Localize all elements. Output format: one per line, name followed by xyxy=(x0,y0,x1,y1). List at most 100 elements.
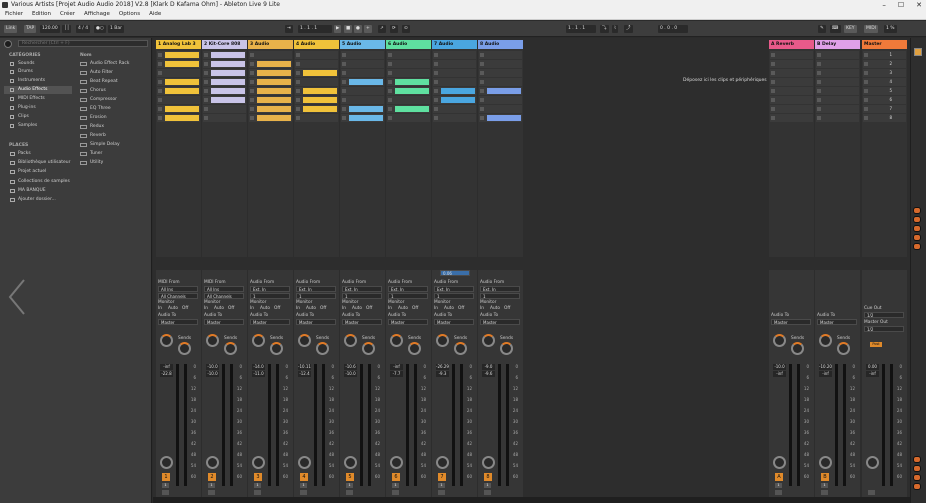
stop-clip-icon[interactable] xyxy=(388,98,392,102)
arm-button[interactable] xyxy=(438,490,445,495)
monitor-off-button[interactable]: Off xyxy=(182,306,188,311)
monitor-off-button[interactable]: Off xyxy=(412,306,418,311)
time-signature[interactable]: 4 / 4 xyxy=(76,25,91,33)
category-drums[interactable]: Drums xyxy=(4,68,72,76)
volume-value[interactable]: -10.6 xyxy=(344,364,357,370)
pan-knob[interactable] xyxy=(252,456,265,469)
volume-value[interactable]: -10.11 xyxy=(298,364,311,370)
track-header[interactable]: A Reverb xyxy=(769,40,814,49)
clip[interactable] xyxy=(211,70,245,76)
clip-slot[interactable] xyxy=(387,114,430,122)
solo-button[interactable]: 1 xyxy=(392,483,399,488)
monitor-auto-button[interactable]: Auto xyxy=(260,306,270,311)
output-select[interactable]: Master xyxy=(296,319,336,325)
clip-slot[interactable] xyxy=(816,60,859,68)
effect-item[interactable]: Compressor xyxy=(78,96,150,104)
pan-knob[interactable] xyxy=(160,456,173,469)
arrangement-toggle-icon[interactable] xyxy=(913,483,921,490)
clip[interactable] xyxy=(165,115,199,121)
stop-clip-icon[interactable] xyxy=(817,116,821,120)
clip-slot[interactable] xyxy=(387,87,430,95)
track-header[interactable]: 2 Kit-Core 808 xyxy=(202,40,247,49)
send-a-knob[interactable] xyxy=(298,334,311,347)
stop-clip-icon[interactable] xyxy=(204,62,208,66)
monitor-in-button[interactable]: In xyxy=(388,306,392,311)
clip-slot[interactable] xyxy=(203,60,246,68)
clip-slot[interactable] xyxy=(387,51,430,59)
scene-launch-slot[interactable]: 6 xyxy=(863,96,906,104)
effect-item[interactable]: Simple Delay xyxy=(78,141,150,149)
arm-button[interactable] xyxy=(162,490,169,495)
clip-slot[interactable] xyxy=(341,51,384,59)
pan-value[interactable]: -inf xyxy=(866,371,879,377)
clip-slot[interactable] xyxy=(157,69,200,77)
stop-clip-icon[interactable] xyxy=(250,53,254,57)
effect-item[interactable]: Redux xyxy=(78,123,150,131)
clip-slot[interactable] xyxy=(203,96,246,104)
returns-toggle-icon[interactable] xyxy=(913,234,921,241)
track-activator-button[interactable]: A xyxy=(775,473,783,481)
pan-knob[interactable] xyxy=(773,456,786,469)
monitor-off-button[interactable]: Off xyxy=(504,306,510,311)
monitor-in-button[interactable]: In xyxy=(158,306,162,311)
monitor-off-button[interactable]: Off xyxy=(274,306,280,311)
track-header[interactable]: 8 Audio xyxy=(478,40,523,49)
stop-clip-icon[interactable] xyxy=(480,80,484,84)
monitor-auto-button[interactable]: Auto xyxy=(168,306,178,311)
stop-clip-icon[interactable] xyxy=(388,89,392,93)
clip-slot[interactable] xyxy=(249,87,292,95)
loop-start[interactable]: 1 . 1 . 1 xyxy=(566,25,596,33)
sends-toggle-icon[interactable] xyxy=(913,225,921,232)
category-plugins[interactable]: Plug-ins xyxy=(4,104,72,112)
pan-value[interactable]: -22.8 xyxy=(160,371,173,377)
solo-button[interactable]: 1 xyxy=(821,483,828,488)
track-activator-button[interactable]: 5 xyxy=(346,473,354,481)
clip-slot[interactable] xyxy=(249,78,292,86)
pan-value[interactable]: -10.0 xyxy=(344,371,357,377)
send-b-knob[interactable] xyxy=(408,342,421,355)
category-sounds[interactable]: Sounds xyxy=(4,60,72,68)
pan-value[interactable]: -9.3 xyxy=(436,371,449,377)
clip-slot[interactable] xyxy=(203,69,246,77)
clip[interactable] xyxy=(165,106,199,112)
send-a-knob[interactable] xyxy=(436,334,449,347)
clip-slot[interactable] xyxy=(203,114,246,122)
solo-button[interactable]: 1 xyxy=(484,483,491,488)
clip-slot[interactable] xyxy=(295,51,338,59)
clip-slot[interactable] xyxy=(295,69,338,77)
track-activator-button[interactable]: 4 xyxy=(300,473,308,481)
clip[interactable] xyxy=(487,88,521,94)
stop-clip-icon[interactable] xyxy=(864,116,868,120)
clip-view-toggle-icon[interactable] xyxy=(913,207,921,214)
stop-clip-icon[interactable] xyxy=(342,107,346,111)
volume-value[interactable]: -inf xyxy=(160,364,173,370)
stop-clip-icon[interactable] xyxy=(771,71,775,75)
clip-slot[interactable] xyxy=(433,69,476,77)
clip-slot[interactable] xyxy=(249,105,292,113)
place-packs[interactable]: Packs xyxy=(4,150,74,158)
arm-button[interactable] xyxy=(775,490,782,495)
stop-clip-icon[interactable] xyxy=(434,98,438,102)
clip-slot[interactable] xyxy=(157,114,200,122)
volume-value[interactable]: -14.0 xyxy=(252,364,265,370)
stop-clip-icon[interactable] xyxy=(158,62,162,66)
follow-icon[interactable]: ⇥ xyxy=(285,25,293,33)
stop-clip-icon[interactable] xyxy=(434,62,438,66)
send-b-knob[interactable] xyxy=(454,342,467,355)
clip-slot[interactable] xyxy=(249,51,292,59)
track-activator-button[interactable]: 2 xyxy=(208,473,216,481)
monitor-off-button[interactable]: Off xyxy=(366,306,372,311)
clip[interactable] xyxy=(303,70,337,76)
pan-knob[interactable] xyxy=(436,456,449,469)
stop-clip-icon[interactable] xyxy=(434,116,438,120)
pan-value[interactable]: -7.7 xyxy=(390,371,403,377)
place-current-project[interactable]: Projet actuel xyxy=(4,168,74,176)
pan-knob[interactable] xyxy=(390,456,403,469)
output-select[interactable]: Master xyxy=(771,319,811,325)
stop-clip-icon[interactable] xyxy=(296,80,300,84)
stop-clip-icon[interactable] xyxy=(250,116,254,120)
scene-launch-slot[interactable]: 4 xyxy=(863,78,906,86)
clip-slot[interactable] xyxy=(816,87,859,95)
effect-item[interactable]: Chorus xyxy=(78,87,150,95)
stop-clip-icon[interactable] xyxy=(864,107,868,111)
